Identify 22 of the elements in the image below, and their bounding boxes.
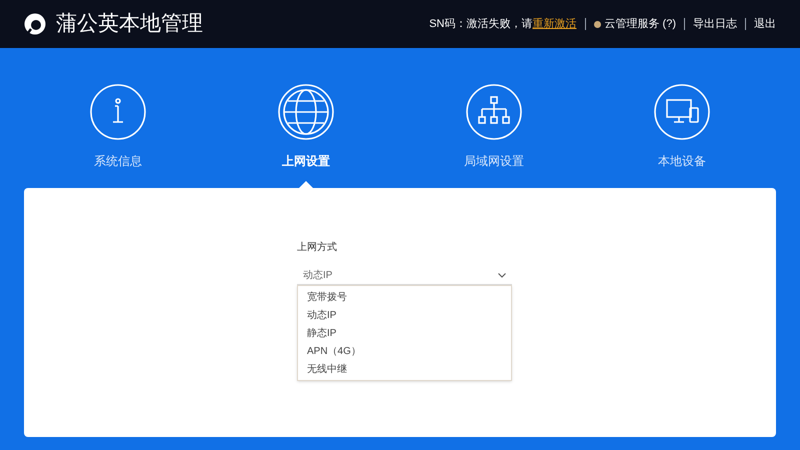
sn-status-text: SN码：激活失败，请 xyxy=(429,16,532,32)
nav-tab[interactable]: 系统信息 xyxy=(90,84,146,170)
logout-link[interactable]: 退出 xyxy=(754,16,776,32)
dropdown-option[interactable]: 无线中继 xyxy=(298,360,511,378)
network-icon xyxy=(466,84,522,140)
logo-icon xyxy=(24,13,46,35)
dropdown-option[interactable]: 静态IP xyxy=(298,324,511,342)
cloud-service-link[interactable]: 云管理服务 (?) xyxy=(604,16,676,32)
export-log-link[interactable]: 导出日志 xyxy=(693,16,737,32)
globe-icon xyxy=(278,84,334,140)
app-title: 蒲公英本地管理 xyxy=(56,11,203,38)
field-label: 上网方式 xyxy=(297,240,338,255)
nav-tab[interactable]: 本地设备 xyxy=(654,84,710,170)
dropdown-option[interactable]: APN（4G） xyxy=(298,342,511,360)
reactivate-link[interactable]: 重新激活 xyxy=(532,16,576,32)
chevron-down-icon xyxy=(498,273,506,278)
nav-tab[interactable]: 局域网设置 xyxy=(464,84,524,170)
dropdown-option[interactable]: 宽带拨号 xyxy=(298,288,511,306)
info-icon xyxy=(90,84,146,140)
devices-icon xyxy=(654,84,710,140)
nav-tab[interactable]: 上网设置 xyxy=(278,84,334,170)
dropdown-option[interactable]: 动态IP xyxy=(298,306,511,324)
